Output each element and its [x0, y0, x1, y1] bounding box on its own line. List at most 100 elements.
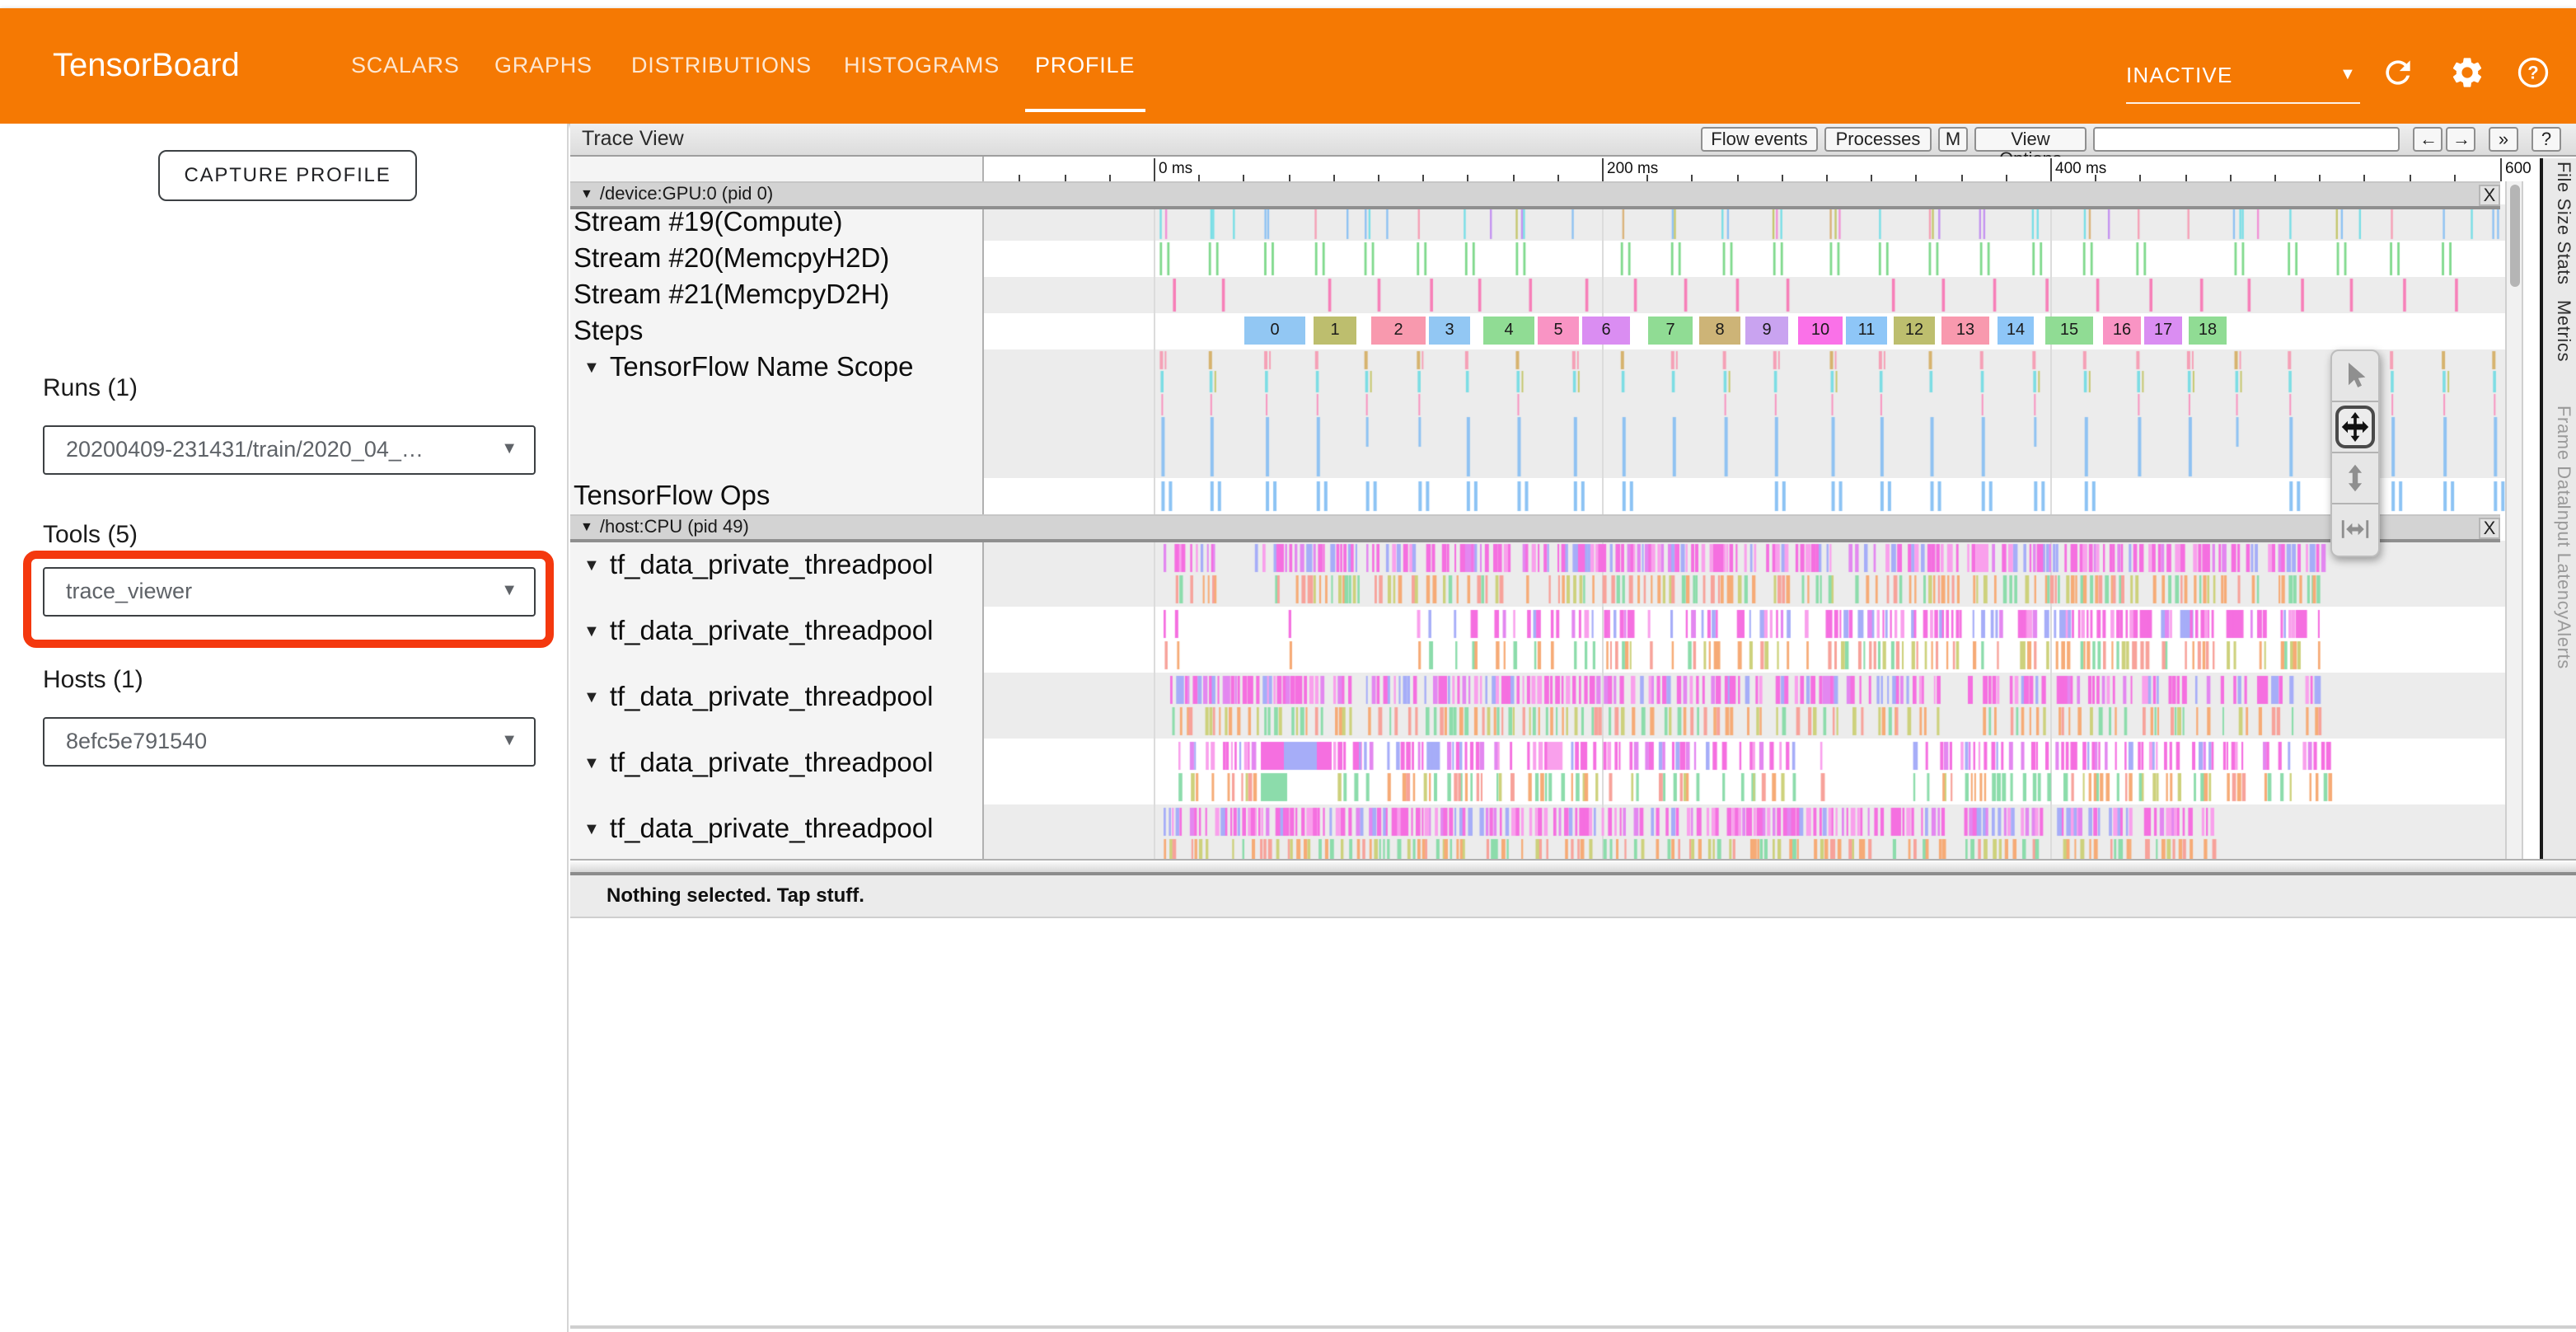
- runs-select[interactable]: 20200409-231431/train/2020_04_… ▼: [43, 425, 536, 475]
- ruler-minor-tick: [1288, 175, 1290, 181]
- tool-palette: [2330, 349, 2380, 557]
- step-chip[interactable]: 2: [1371, 317, 1426, 345]
- tools-select-value: trace_viewer: [66, 569, 488, 613]
- trace-toolbar: Trace View Flow eventsProcessesMView Opt…: [570, 124, 2576, 157]
- pan-tool-button[interactable]: [2332, 402, 2378, 453]
- status-dropdown[interactable]: INACTIVE ▼: [2126, 54, 2360, 104]
- collapse-triangle-icon[interactable]: ▼: [583, 689, 600, 707]
- settings-gear-icon[interactable]: [2449, 54, 2485, 91]
- ruler-minor-tick: [2006, 175, 2007, 181]
- step-chip[interactable]: 5: [1538, 317, 1579, 345]
- toolbar-button-processes[interactable]: Processes: [1824, 127, 1932, 152]
- collapse-triangle-icon[interactable]: ▼: [583, 755, 600, 773]
- step-chip[interactable]: 15: [2045, 317, 2093, 345]
- gpu-section-header[interactable]: ▼/device:GPU:0 (pid 0)X: [570, 181, 2500, 209]
- timeline-ruler: 0 ms200 ms400 ms600: [984, 158, 2540, 181]
- scrollbar-thumb[interactable]: [2509, 185, 2519, 287]
- step-chip[interactable]: 1: [1314, 317, 1356, 345]
- select-tool-button[interactable]: [2332, 351, 2378, 402]
- step-chip[interactable]: 3: [1429, 317, 1470, 345]
- trace-view-title: Trace View: [582, 124, 684, 155]
- toolbar-button-view-options[interactable]: View Options: [1974, 127, 2087, 152]
- selection-status-text: Nothing selected. Tap stuff.: [607, 875, 864, 917]
- capture-profile-button[interactable]: CAPTURE PROFILE: [158, 150, 417, 201]
- timing-tool-button[interactable]: [2332, 504, 2378, 556]
- step-chip[interactable]: 13: [1941, 317, 1989, 345]
- help-icon[interactable]: ?: [2515, 54, 2551, 91]
- side-tab-alerts[interactable]: Alerts: [2546, 620, 2573, 669]
- help-button[interactable]: ?: [2532, 127, 2561, 152]
- side-tab-file-size-stats[interactable]: File Size Stats: [2546, 162, 2573, 277]
- nav-forward-button[interactable]: →: [2446, 127, 2475, 152]
- collapse-triangle-icon[interactable]: ▼: [583, 821, 600, 839]
- horizontal-splitter[interactable]: [570, 859, 2576, 875]
- ruler-minor-tick: [1019, 175, 1021, 181]
- ruler-label: 600: [2505, 160, 2532, 178]
- cpu-close-button[interactable]: X: [2479, 518, 2500, 539]
- collapse-triangle-icon[interactable]: ▼: [583, 623, 600, 641]
- collapse-triangle-icon[interactable]: ▼: [583, 557, 600, 575]
- ruler-label: 400 ms: [2055, 160, 2106, 178]
- ruler-minor-tick: [2140, 175, 2142, 181]
- ruler-minor-tick: [2185, 175, 2186, 181]
- toolbar-button-m[interactable]: M: [1938, 127, 1968, 152]
- tab-profile[interactable]: PROFILE: [1035, 8, 1135, 124]
- gpu-row-label: Stream #21(MemcpyD2H): [574, 277, 889, 313]
- refresh-icon[interactable]: [2380, 54, 2416, 91]
- step-chip[interactable]: 14: [1998, 317, 2034, 345]
- step-chip[interactable]: 6: [1582, 317, 1630, 345]
- trace-track-area[interactable]: 0 ms200 ms400 ms600 ▼/device:GPU:0 (pid …: [570, 157, 2576, 859]
- step-chip[interactable]: 9: [1745, 317, 1788, 345]
- ruler-minor-tick: [2230, 175, 2232, 181]
- ruler-major-tick: [2050, 158, 2052, 181]
- step-chip[interactable]: 16: [2103, 317, 2141, 345]
- tab-graphs[interactable]: GRAPHS: [494, 8, 592, 124]
- ruler-minor-tick: [1064, 175, 1066, 181]
- step-chip[interactable]: 12: [1894, 317, 1935, 345]
- gpu-row-label: ▼TensorFlow Name Scope: [574, 349, 913, 391]
- ruler-minor-tick: [1198, 175, 1200, 181]
- tools-label: Tools (5): [43, 521, 138, 549]
- step-chip[interactable]: 4: [1483, 317, 1534, 345]
- collapse-triangle-icon[interactable]: ▼: [580, 186, 593, 201]
- nav-more-button[interactable]: »: [2489, 127, 2518, 152]
- vertical-scrollbar[interactable]: [2505, 181, 2523, 859]
- side-tab-frame-data[interactable]: Frame Data: [2546, 406, 2573, 485]
- trace-search-input[interactable]: [2093, 127, 2400, 152]
- app-header: TensorBoard SCALARSGRAPHSDISTRIBUTIONSHI…: [0, 8, 2576, 124]
- step-chip[interactable]: 17: [2144, 317, 2182, 345]
- tab-distributions[interactable]: DISTRIBUTIONS: [631, 8, 812, 124]
- analysis-tab-strip: File Size Stats Metrics Frame Data Input La…: [2540, 158, 2576, 859]
- side-tab-input-latency[interactable]: Input Latency: [2546, 504, 2573, 600]
- cpu-row-label: ▼tf_data_private_threadpool: [574, 598, 933, 669]
- ruler-minor-tick: [2454, 175, 2456, 181]
- side-tab-metrics[interactable]: Metrics: [2546, 300, 2573, 369]
- step-chip[interactable]: 7: [1648, 317, 1693, 345]
- chevron-down-icon: ▼: [501, 719, 518, 763]
- ruler-minor-tick: [1782, 175, 1783, 181]
- cpu-row-label: ▼tf_data_private_threadpool: [574, 730, 933, 801]
- tab-histograms[interactable]: HISTOGRAMS: [844, 8, 1000, 124]
- nav-back-button[interactable]: ←: [2413, 127, 2443, 152]
- toolbar-button-flow-events[interactable]: Flow events: [1701, 127, 1818, 152]
- hosts-label: Hosts (1): [43, 666, 143, 694]
- step-chip[interactable]: 0: [1244, 317, 1305, 345]
- tools-select[interactable]: trace_viewer ▼: [43, 567, 536, 617]
- collapse-triangle-icon[interactable]: ▼: [583, 359, 600, 378]
- step-chip[interactable]: 11: [1846, 317, 1887, 345]
- details-empty-area: [570, 918, 2576, 1329]
- step-chip[interactable]: 18: [2189, 317, 2227, 345]
- status-dropdown-value: INACTIVE: [2126, 63, 2233, 87]
- step-chip[interactable]: 8: [1699, 317, 1740, 345]
- gpu-close-button[interactable]: X: [2479, 185, 2500, 206]
- hosts-select[interactable]: 8efc5e791540 ▼: [43, 717, 536, 767]
- hosts-select-value: 8efc5e791540: [66, 719, 488, 763]
- step-chip[interactable]: 10: [1798, 317, 1843, 345]
- tab-scalars[interactable]: SCALARS: [351, 8, 460, 124]
- ruler-minor-tick: [1378, 175, 1379, 181]
- ruler-minor-tick: [1468, 175, 1469, 181]
- ruler-major-tick: [1602, 158, 1604, 181]
- tensorboard-window: TensorBoard SCALARSGRAPHSDISTRIBUTIONSHI…: [0, 0, 2576, 1332]
- selection-info-bar: Nothing selected. Tap stuff.: [570, 875, 2576, 918]
- zoom-tool-button[interactable]: [2332, 453, 2378, 504]
